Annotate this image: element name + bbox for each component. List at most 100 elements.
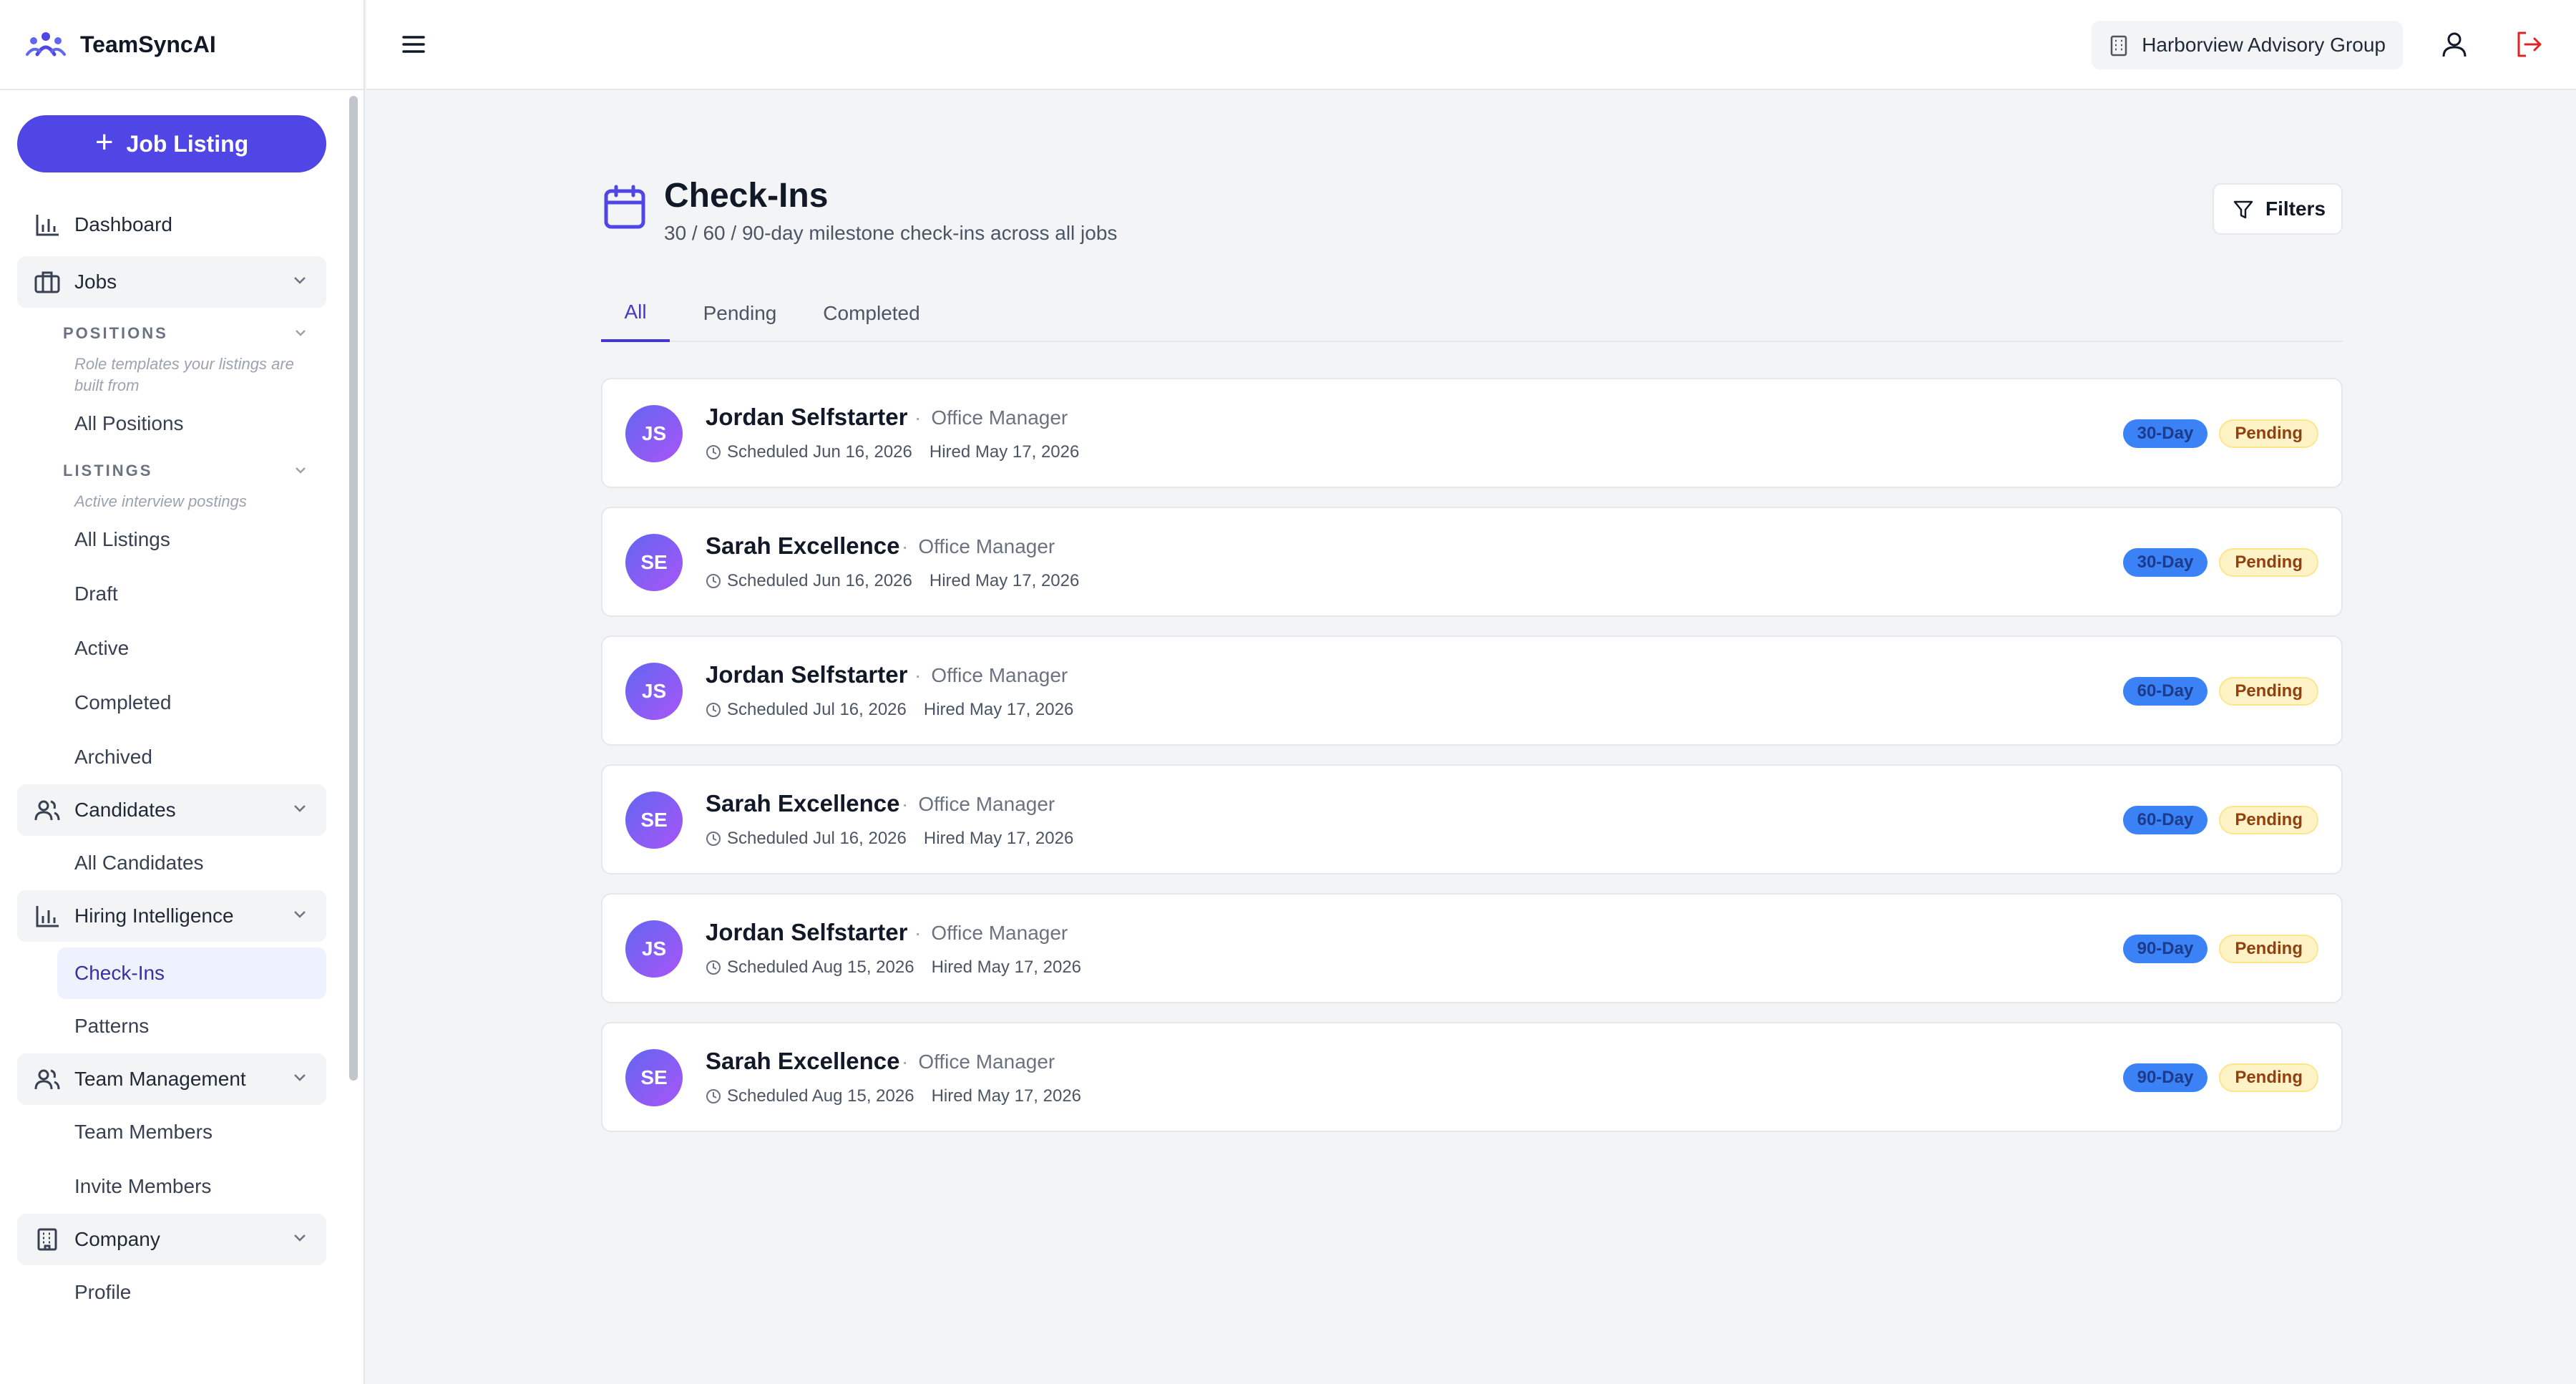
- check-in-card[interactable]: SE Sarah Excellence · Office Manager Sche…: [601, 764, 2343, 874]
- sidebar-scrollbar[interactable]: [349, 96, 358, 1081]
- tab-bar: All Pending Completed: [601, 285, 2343, 342]
- sidebar-item-company[interactable]: Company: [17, 1214, 326, 1265]
- calendar-icon: [604, 185, 645, 229]
- positions-section-header[interactable]: POSITIONS: [17, 313, 326, 354]
- page-title: Check-Ins: [664, 177, 829, 215]
- add-job-listing-label: Job Listing: [126, 130, 249, 157]
- sidebar-item-hiring-intelligence[interactable]: Hiring Intelligence: [17, 890, 326, 942]
- role-text: Office Manager: [918, 793, 1055, 815]
- positions-hint: Role templates your listings are built f…: [74, 355, 294, 394]
- check-in-card[interactable]: JS Jordan Selfstarter · Office Manager Sc…: [601, 893, 2343, 1003]
- candidate-name: Sarah Excellence: [706, 1048, 900, 1074]
- section-label: LISTINGS: [63, 462, 153, 479]
- page-header: Check-Ins 30 / 60 / 90-day milestone che…: [601, 176, 2343, 248]
- chevron-down-icon[interactable]: [293, 804, 306, 813]
- chevron-down-icon[interactable]: [295, 467, 306, 474]
- badges: 90-Day Pending: [2122, 935, 2318, 963]
- sidebar-scroll-area: + Job Listing Dashboard Jobs POSITIONS R…: [0, 92, 343, 1384]
- chevron-down-icon[interactable]: [293, 1073, 306, 1082]
- sidebar-item-team-members[interactable]: Team Members: [17, 1105, 326, 1159]
- chevron-down-icon[interactable]: [293, 910, 306, 919]
- sidebar-item-candidates[interactable]: Candidates: [17, 784, 326, 836]
- avatar: SE: [625, 534, 683, 591]
- sidebar-item-all-positions[interactable]: All Positions: [17, 396, 326, 451]
- sidebar-item-jobs[interactable]: Jobs: [17, 256, 326, 308]
- sidebar-item-label: Dashboard: [74, 213, 172, 235]
- check-in-card[interactable]: SE Sarah Excellence · Office Manager Sche…: [601, 1022, 2343, 1132]
- status-badge: Pending: [2219, 419, 2318, 448]
- hired-date: Hired May 17, 2026: [923, 829, 1074, 848]
- logout-icon[interactable]: [2514, 30, 2543, 59]
- check-in-meta: Scheduled Jul 16, 2026 Hired May 17, 202…: [706, 700, 1073, 720]
- hired-date: Hired May 17, 2026: [931, 1086, 1082, 1106]
- sidebar-item-completed[interactable]: Completed: [17, 676, 326, 730]
- sidebar-item-label: Company: [74, 1228, 160, 1250]
- candidate-name: Jordan Selfstarter: [706, 919, 908, 945]
- sidebar-nav: Dashboard Jobs POSITIONS Role templates …: [17, 199, 326, 1320]
- brand[interactable]: TeamSyncAI: [0, 0, 364, 90]
- sidebar-item-profile[interactable]: Profile: [17, 1265, 326, 1320]
- role-text: Office Manager: [918, 1051, 1055, 1073]
- chevron-down-icon[interactable]: [293, 276, 306, 285]
- sidebar-item-label: Jobs: [74, 271, 117, 293]
- role-text: Office Manager: [931, 406, 1068, 429]
- badges: 60-Day Pending: [2122, 806, 2318, 834]
- filters-button[interactable]: Filters: [2212, 183, 2343, 235]
- check-in-card[interactable]: SE Sarah Excellence · Office Manager Sche…: [601, 507, 2343, 617]
- avatar: JS: [625, 920, 683, 978]
- candidate-name: Sarah Excellence: [706, 532, 900, 559]
- role-label: · Office Manager: [902, 1051, 1055, 1073]
- check-in-meta: Scheduled Jun 16, 2026 Hired May 17, 202…: [706, 571, 1079, 591]
- sidebar-item-archived[interactable]: Archived: [17, 730, 326, 784]
- filters-label: Filters: [2265, 198, 2326, 220]
- chevron-down-icon[interactable]: [293, 1234, 306, 1242]
- hired-date: Hired May 17, 2026: [931, 957, 1082, 977]
- check-in-meta: Scheduled Aug 15, 2026 Hired May 17, 202…: [706, 1086, 1081, 1106]
- status-badge: Pending: [2219, 548, 2318, 577]
- role-label: · Office Manager: [914, 664, 1068, 686]
- scheduled-date: Scheduled Jul 16, 2026: [727, 700, 907, 719]
- page-subtitle: 30 / 60 / 90-day milestone check-ins acr…: [664, 222, 1118, 244]
- chevron-down-icon[interactable]: [295, 329, 306, 336]
- sidebar-item-draft[interactable]: Draft: [17, 567, 326, 621]
- sidebar-item-active[interactable]: Active: [17, 621, 326, 676]
- role-text: Office Manager: [931, 664, 1068, 686]
- milestone-badge: 90-Day: [2122, 1063, 2208, 1092]
- clock-icon: [706, 1089, 721, 1103]
- tab-completed[interactable]: Completed: [810, 285, 933, 342]
- role-label: · Office Manager: [914, 922, 1068, 944]
- app-name: TeamSyncAI: [80, 31, 216, 57]
- scheduled-date: Scheduled Jul 16, 2026: [727, 829, 907, 848]
- add-job-listing-button[interactable]: + Job Listing: [17, 115, 326, 172]
- sidebar-item-label: Team Management: [74, 1068, 246, 1090]
- sidebar-item-all-candidates[interactable]: All Candidates: [17, 836, 326, 890]
- tab-pending[interactable]: Pending: [693, 285, 787, 342]
- bar-chart-icon: [36, 215, 59, 236]
- scheduled-date: Scheduled Jun 16, 2026: [727, 571, 912, 590]
- milestone-badge: 90-Day: [2122, 935, 2208, 963]
- building-icon: [37, 1228, 57, 1251]
- check-in-card[interactable]: JS Jordan Selfstarter · Office Manager Sc…: [601, 635, 2343, 746]
- sidebar-item-team-management[interactable]: Team Management: [17, 1053, 326, 1105]
- sidebar-item-dashboard[interactable]: Dashboard: [17, 199, 326, 250]
- check-in-card[interactable]: JS Jordan Selfstarter · Office Manager Sc…: [601, 378, 2343, 488]
- role-label: · Office Manager: [914, 406, 1068, 429]
- organization-switcher[interactable]: Harborview Advisory Group: [2092, 21, 2403, 69]
- sidebar-item-patterns[interactable]: Patterns: [17, 999, 326, 1053]
- menu-icon[interactable]: [402, 34, 425, 54]
- badges: 30-Day Pending: [2122, 548, 2318, 577]
- tab-all[interactable]: All: [601, 285, 670, 342]
- sidebar-item-invite-members[interactable]: Invite Members: [17, 1159, 326, 1214]
- sidebar-item-check-ins[interactable]: Check-Ins: [57, 947, 326, 999]
- bar-chart-icon: [36, 906, 59, 927]
- listings-hint: Active interview postings: [74, 492, 247, 510]
- sidebar-item-all-listings[interactable]: All Listings: [17, 512, 326, 567]
- user-icon[interactable]: [2440, 30, 2469, 59]
- filter-icon: [2233, 200, 2253, 219]
- candidate-name: Jordan Selfstarter: [706, 404, 908, 430]
- listings-section-header[interactable]: LISTINGS: [17, 451, 326, 491]
- role-label: · Office Manager: [902, 793, 1055, 815]
- milestone-badge: 60-Day: [2122, 677, 2208, 706]
- plus-icon: +: [94, 125, 114, 160]
- clock-icon: [706, 445, 721, 459]
